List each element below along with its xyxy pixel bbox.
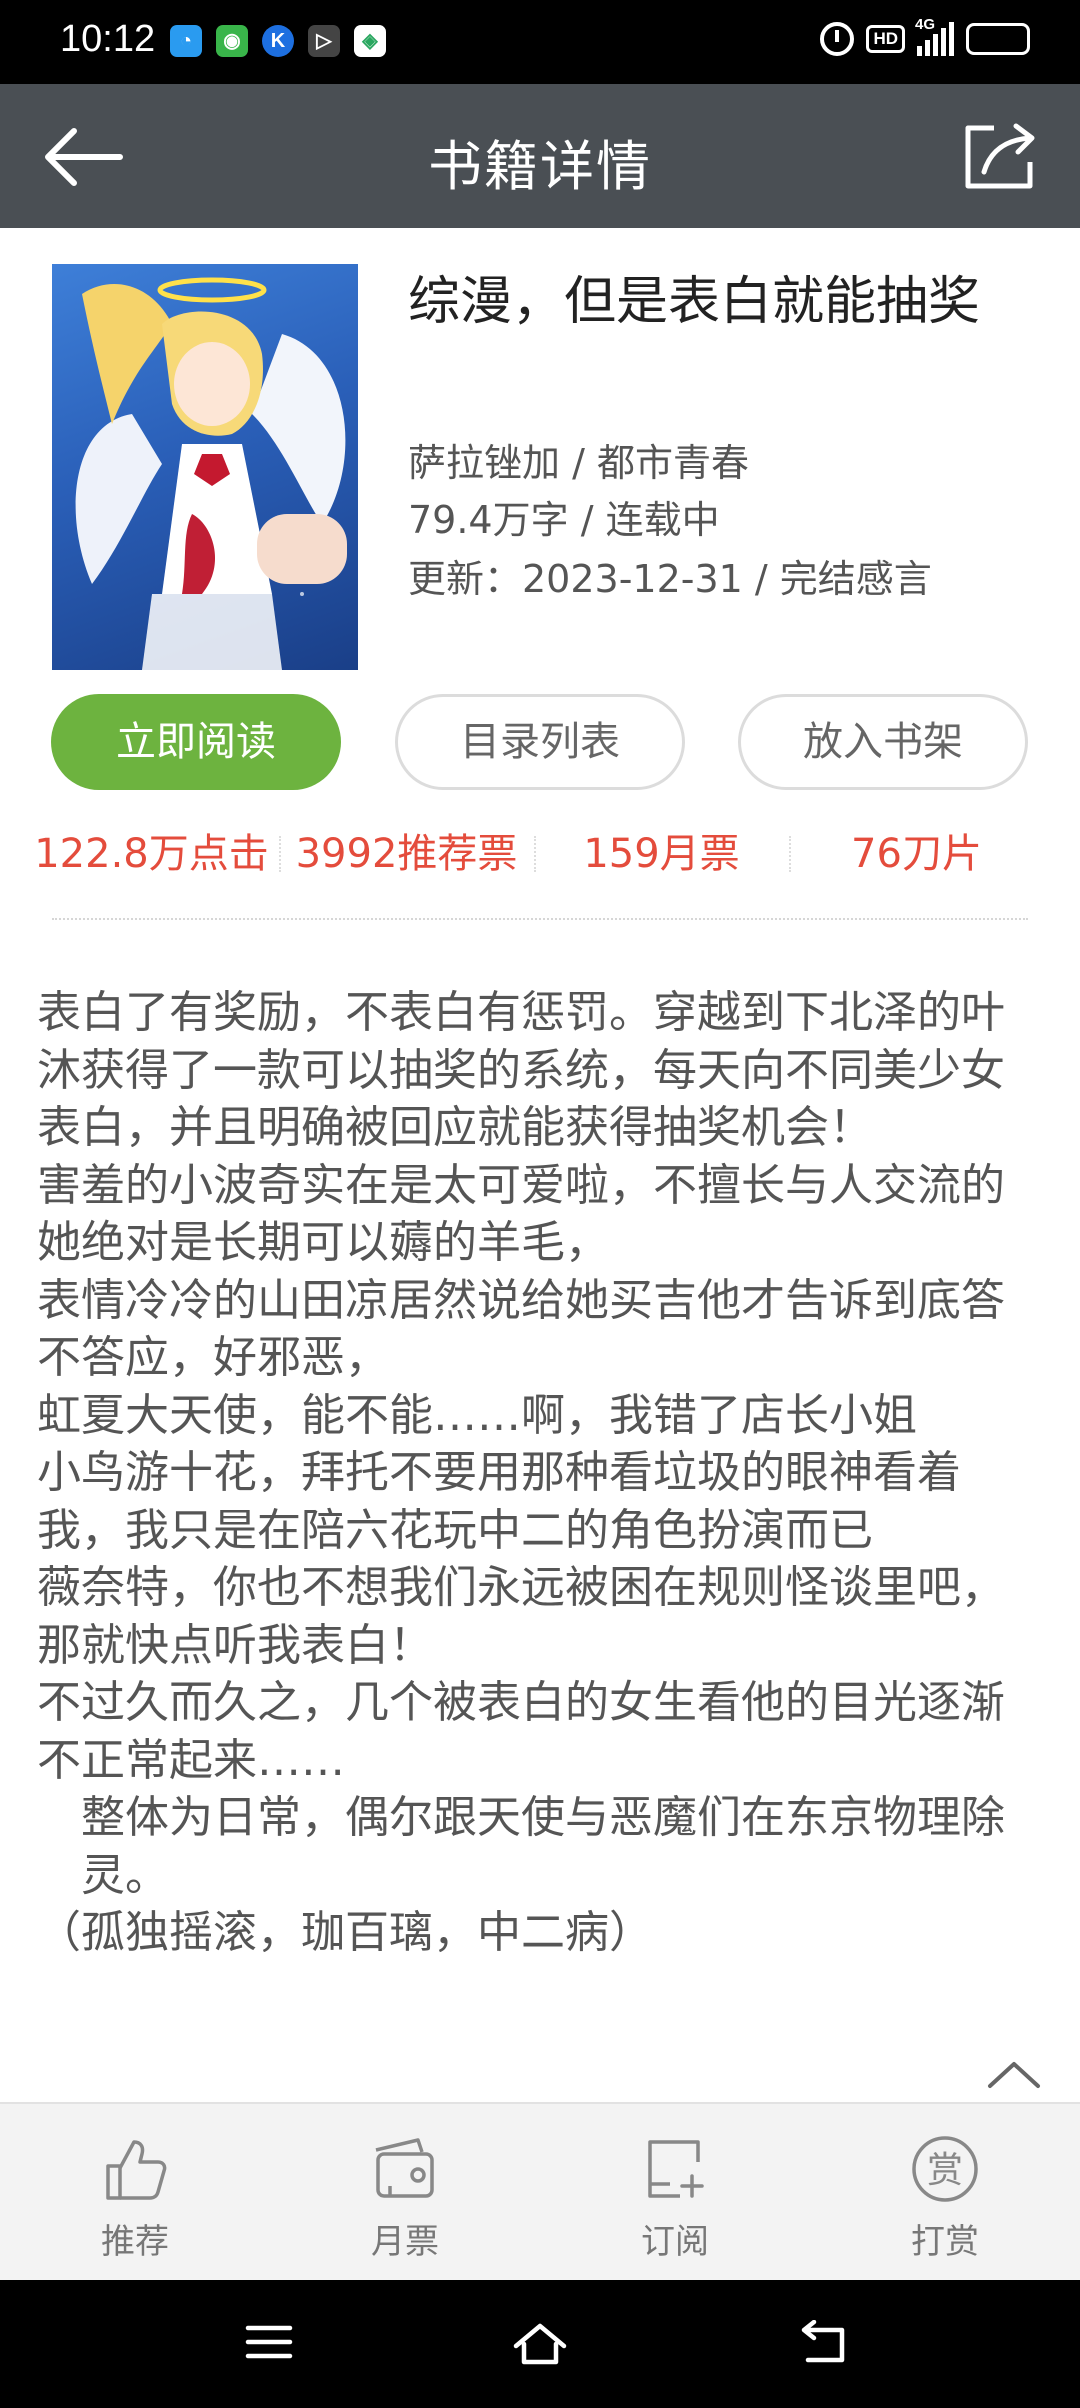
description-paragraph: 小鸟游十花，拜托不要用那种看垃圾的眼神看着我，我只是在陪六花玩中二的角色扮演而已 [37,1447,961,1556]
wechat-icon: ◉ [216,25,248,57]
subscribe-label: 订阅 [641,2222,709,2262]
thumbs-up-icon [106,2140,167,2200]
book-title: 综漫，但是表白就能抽奖 [408,272,981,332]
alarm-icon [820,22,855,56]
read-now-button[interactable]: 立即阅读 [51,694,341,790]
app-header: 书籍详情 [0,84,1080,228]
chevron-up-icon[interactable] [984,2056,1044,2092]
recommend-label: 推荐 [101,2222,169,2262]
description-paragraph: 表情冷冷的山田凉居然说给她买吉他才告诉到底答不答应，好邪恶， [37,1274,1005,1384]
status-time: 10:12 [60,18,156,60]
description-paragraph: （孤独摇滚，珈百璃，中二病） [37,1907,653,1958]
battery-icon: 79 [966,23,1030,55]
recommend-button[interactable]: 推荐 [0,2104,270,2280]
battery-percent: 79 [986,28,1010,50]
app-icon: ◈ [354,25,386,57]
monthly-ticket-label: 月票 [371,2222,439,2262]
description-paragraph: 害羞的小波奇实在是太可爱啦，不擅长与人交流的她绝对是长期可以薅的羊毛， [37,1159,1005,1269]
reward-icon: 赏 [912,2136,978,2202]
status-app-icons: ◔ ◉ K ▷ ◈ [170,25,386,57]
monthly-ticket-button[interactable]: 月票 [270,2104,540,2280]
description-paragraph: 虹夏大天使，能不能……啊，我错了店长小姐 [37,1389,917,1441]
book-words-status: 79.4万字 / 连载中 [408,498,720,542]
add-to-shelf-button[interactable]: 放入书架 [738,694,1028,790]
book-description: 表白了有奖励，不表白有惩罚。穿越到下北泽的叶沐获得了一款可以抽奖的系统，每天向不… [37,984,1047,1962]
page-title: 书籍详情 [428,135,652,198]
description-paragraph: 薇奈特，你也不想我们永远被困在规则怪谈里吧，那就快点听我表白！ [37,1562,1005,1671]
subscribe-button[interactable]: 订阅 [540,2104,810,2280]
signal-icon: 4G [915,16,954,56]
hd-badge: HD [866,25,905,53]
book-cover[interactable] [52,264,358,670]
ticket-icon [375,2138,434,2198]
share-icon[interactable] [960,120,1040,194]
back-nav-icon[interactable] [796,2320,852,2368]
network-type: 4G [915,16,936,33]
k-icon: K [262,25,294,57]
hello-icon: ◔ [170,25,202,57]
book-author-genre: 萨拉锉加 / 都市青春 [408,441,749,485]
stat-monthly-votes: 159月票 [534,826,789,882]
reward-glyph: 赏 [927,2150,963,2191]
stat-clicks: 122.8万点击 [34,831,269,877]
description-paragraph: 不过久而久之，几个被表白的女生看他的目光逐渐不正常起来…… [37,1677,1005,1786]
bottom-action-bar: 推荐 月票 订阅 赏 打赏 [0,2102,1080,2280]
status-bar: 10:12 ◔ ◉ K ▷ ◈ HD 4G 79 [0,0,1080,84]
home-icon[interactable] [510,2320,570,2368]
play-icon: ▷ [308,25,340,57]
description-paragraph: 整体为日常，偶尔跟天使与恶魔们在东京物理除灵。 [81,1792,1005,1901]
system-nav-bar [0,2280,1080,2408]
toc-button[interactable]: 目录列表 [395,694,685,790]
book-update: 更新：2023-12-31 / 完结感言 [408,557,932,601]
reward-label: 打赏 [911,2222,979,2262]
stat-blades: 76刀片 [789,826,1044,882]
divider [52,918,1028,920]
reward-button[interactable]: 赏 打赏 [810,2104,1080,2280]
subscribe-icon [648,2140,704,2198]
stat-recommend-votes: 3992推荐票 [279,826,534,882]
description-paragraph: 表白了有奖励，不表白有惩罚。穿越到下北泽的叶沐获得了一款可以抽奖的系统，每天向不… [37,987,1005,1153]
status-indicators: HD 4G 79 [820,16,1030,56]
book-stats: 122.8万点击 3992推荐票 159月票 76刀片 [24,826,1044,882]
menu-icon[interactable] [244,2320,294,2364]
